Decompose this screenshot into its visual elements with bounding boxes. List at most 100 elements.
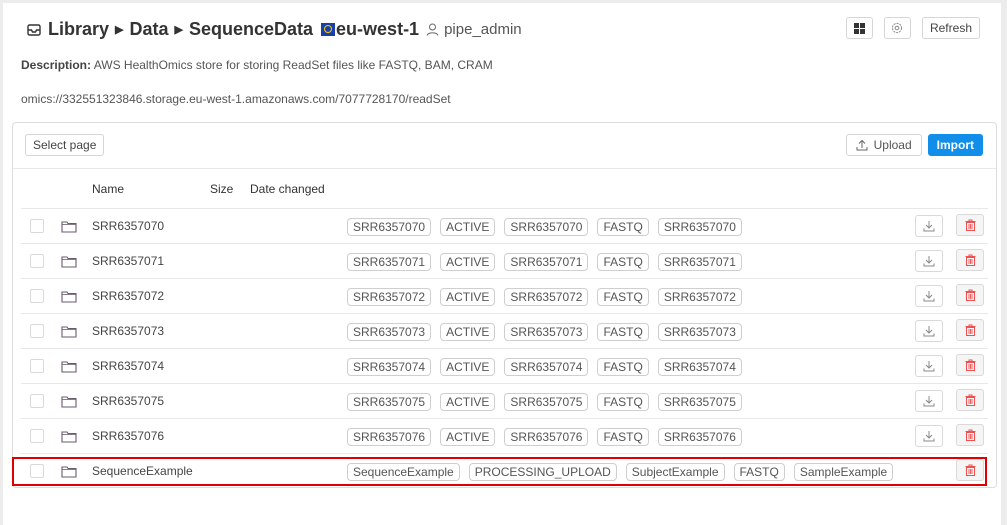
tag: ACTIVE xyxy=(440,218,496,236)
eu-flag-icon xyxy=(321,23,336,36)
row-checkbox[interactable] xyxy=(30,219,44,233)
download-button[interactable] xyxy=(915,425,943,447)
trash-icon xyxy=(965,254,975,266)
tag: SampleExample xyxy=(793,463,894,481)
user-icon xyxy=(426,23,439,36)
row-checkbox[interactable] xyxy=(30,324,44,338)
row-tags: SRR6357070 ACTIVE SRR6357070 FASTQ SRR635707… xyxy=(347,218,742,236)
row-checkbox[interactable] xyxy=(30,254,44,268)
delete-button[interactable] xyxy=(956,284,984,306)
row-checkbox[interactable] xyxy=(30,429,44,443)
folder-icon xyxy=(61,221,77,233)
row-checkbox[interactable] xyxy=(30,464,44,478)
refresh-button[interactable]: Refresh xyxy=(921,17,980,39)
row-checkbox[interactable] xyxy=(30,359,44,373)
delete-button[interactable] xyxy=(956,214,984,236)
row-name[interactable]: SRR6357070 xyxy=(92,219,164,233)
breadcrumb-library[interactable]: Library xyxy=(48,19,109,40)
delete-button[interactable] xyxy=(956,424,984,446)
upload-icon xyxy=(856,139,868,151)
tag: SRR6357075 xyxy=(657,393,742,411)
tag: FASTQ xyxy=(597,253,649,271)
breadcrumb-sequencedata: SequenceData xyxy=(188,19,314,39)
download-button[interactable] xyxy=(915,250,943,272)
row-tags: SRR6357076 ACTIVE SRR6357076 FASTQ SRR635707… xyxy=(347,428,742,446)
select-page-button[interactable]: Select page xyxy=(25,134,105,156)
download-icon xyxy=(923,256,935,267)
tag: SRR6357075 xyxy=(504,393,589,411)
tag: SRR6357076 xyxy=(347,428,432,446)
row-checkbox[interactable] xyxy=(30,289,44,303)
download-button[interactable] xyxy=(915,390,943,412)
region-label: eu-west-1 xyxy=(336,19,420,39)
row-name[interactable]: SRR6357072 xyxy=(92,289,164,303)
description: Description: AWS HealthOmics store for s… xyxy=(21,58,493,72)
column-name[interactable]: Name xyxy=(92,182,124,196)
breadcrumb: Library ▶ Data ▶ SequenceData eu-west-1 … xyxy=(27,19,522,40)
upload-button[interactable]: Upload xyxy=(845,134,922,156)
row-name[interactable]: SRR6357074 xyxy=(92,359,164,373)
trash-icon xyxy=(965,289,975,301)
import-button[interactable]: Import xyxy=(927,134,983,156)
delete-button[interactable] xyxy=(956,389,984,411)
download-button[interactable] xyxy=(915,215,943,237)
folder-icon xyxy=(61,256,77,268)
page: Library ▶ Data ▶ SequenceData eu-west-1 … xyxy=(3,3,1001,525)
row-tags: SRR6357071 ACTIVE SRR6357071 FASTQ SRR635707… xyxy=(347,253,742,271)
table-row[interactable]: SRR6357071 SRR6357071 ACTIVE SRR6357071 FAS… xyxy=(21,244,988,279)
owner-label: pipe_admin xyxy=(444,21,522,38)
table-row[interactable]: SRR6357072 SRR6357072 ACTIVE SRR6357072 FAS… xyxy=(21,279,988,314)
delete-button[interactable] xyxy=(956,354,984,376)
breadcrumb-data[interactable]: Data xyxy=(130,19,169,40)
tag: ACTIVE xyxy=(440,288,496,306)
files-table: Name Size Date changed SRR6357070 SRR635… xyxy=(21,169,988,489)
row-name[interactable]: SRR6357076 xyxy=(92,429,164,443)
tag: SubjectExample xyxy=(625,463,725,481)
table-row[interactable]: SRR6357076 SRR6357076 ACTIVE SRR6357076 FAS… xyxy=(21,419,988,454)
tag: SRR6357072 xyxy=(504,288,589,306)
description-label: Description: xyxy=(21,58,92,72)
column-date-changed[interactable]: Date changed xyxy=(250,182,325,196)
tag: FASTQ xyxy=(597,218,649,236)
table-row[interactable]: SequenceExample SequenceExample PROCESSIN… xyxy=(21,454,988,489)
tag: FASTQ xyxy=(597,288,649,306)
tag: FASTQ xyxy=(597,358,649,376)
tag: SRR6357073 xyxy=(504,323,589,341)
table-row[interactable]: SRR6357074 SRR6357074 ACTIVE SRR6357074 FAS… xyxy=(21,349,988,384)
table-header: Name Size Date changed xyxy=(21,169,988,209)
download-icon xyxy=(923,361,935,372)
owner: pipe_admin xyxy=(426,21,522,38)
table-row[interactable]: SRR6357070 SRR6357070 ACTIVE SRR6357070 FAS… xyxy=(21,209,988,244)
download-icon xyxy=(923,431,935,442)
description-text: AWS HealthOmics store for storing ReadSe… xyxy=(93,58,493,72)
delete-button[interactable] xyxy=(956,249,984,271)
download-button[interactable] xyxy=(915,355,943,377)
column-size[interactable]: Size xyxy=(210,182,233,196)
settings-button[interactable] xyxy=(883,17,911,39)
table-row[interactable]: SRR6357075 SRR6357075 ACTIVE SRR6357075 FAS… xyxy=(21,384,988,419)
row-checkbox[interactable] xyxy=(30,394,44,408)
grid-view-button[interactable] xyxy=(845,17,873,39)
row-name[interactable]: SRR6357075 xyxy=(92,394,164,408)
tag: SRR6357073 xyxy=(347,323,432,341)
upload-label: Upload xyxy=(873,138,912,152)
row-tags: SRR6357073 ACTIVE SRR6357073 FASTQ SRR635707… xyxy=(347,323,742,341)
table-row[interactable]: SRR6357073 SRR6357073 ACTIVE SRR6357073 FAS… xyxy=(21,314,988,349)
trash-icon xyxy=(965,464,975,476)
inbox-icon xyxy=(27,23,41,36)
tag: FASTQ xyxy=(733,463,785,481)
download-icon xyxy=(923,221,935,232)
row-tags: SRR6357072 ACTIVE SRR6357072 FASTQ SRR635707… xyxy=(347,288,742,306)
row-name[interactable]: SRR6357073 xyxy=(92,324,164,338)
caret-right-icon: ▶ xyxy=(115,24,124,36)
tag: PROCESSING_UPLOAD xyxy=(468,463,617,481)
row-name[interactable]: SRR6357071 xyxy=(92,254,164,268)
row-name[interactable]: SequenceExample xyxy=(92,464,193,478)
tag: SRR6357071 xyxy=(657,253,742,271)
delete-button[interactable] xyxy=(956,459,984,481)
download-button[interactable] xyxy=(915,320,943,342)
delete-button[interactable] xyxy=(956,319,984,341)
download-button[interactable] xyxy=(915,285,943,307)
tag: SRR6357071 xyxy=(347,253,432,271)
caret-right-icon: ▶ xyxy=(174,24,183,36)
